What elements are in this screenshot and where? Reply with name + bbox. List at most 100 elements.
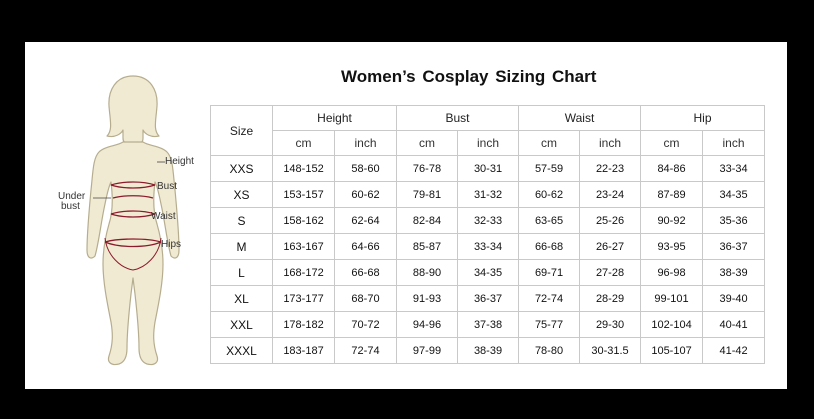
measurement-cell: 97-99 — [396, 337, 458, 364]
measurement-cell: 163-167 — [272, 233, 335, 260]
measurement-cell: 40-41 — [702, 311, 766, 338]
sizing-table: Size Height Bust Waist Hip cm inch cm in… — [210, 105, 766, 364]
measurement-cell: 85-87 — [396, 233, 458, 260]
measurement-cell: 91-93 — [396, 285, 458, 312]
measurement-cell: 36-37 — [702, 233, 766, 260]
measurement-cell: 84-86 — [640, 155, 704, 182]
measurement-cell: 66-68 — [334, 259, 397, 286]
unit-header: cm — [640, 130, 704, 156]
measurement-cell: 178-182 — [272, 311, 335, 338]
measurement-cell: 41-42 — [702, 337, 766, 364]
measurement-cell: 34-35 — [702, 181, 766, 208]
measurement-cell: 70-72 — [334, 311, 397, 338]
chart-title: Women’s Cosplay Sizing Chart — [341, 67, 597, 86]
measurement-cell: 23-24 — [579, 181, 642, 208]
measurement-cell: 88-90 — [396, 259, 458, 286]
unit-header: cm — [272, 130, 335, 156]
measurement-cell: 99-101 — [640, 285, 704, 312]
measurement-cell: 27-28 — [579, 259, 642, 286]
bust-group-header: Bust — [395, 105, 520, 131]
measurement-cell: 87-89 — [640, 181, 704, 208]
unit-header: inch — [456, 130, 520, 156]
unit-header: inch — [702, 130, 766, 156]
measurement-cell: 35-36 — [702, 207, 766, 234]
unit-header: inch — [334, 130, 397, 156]
measurement-cell: 25-26 — [579, 207, 642, 234]
measurement-cell: 93-95 — [640, 233, 704, 260]
measurement-cell: 58-60 — [334, 155, 397, 182]
waist-label: Waist — [151, 211, 176, 222]
size-cell: XXXL — [210, 337, 273, 364]
measurement-cell: 153-157 — [272, 181, 335, 208]
measurement-cell: 72-74 — [334, 337, 397, 364]
table-row: L 168-172 66-68 88-90 34-35 69-71 27-28 96-98 38… — [210, 259, 766, 286]
measurement-cell: 36-37 — [456, 285, 520, 312]
measurement-cell: 105-107 — [640, 337, 704, 364]
measurement-cell: 57-59 — [518, 155, 581, 182]
size-cell: L — [210, 259, 273, 286]
table-row: XXXL 183-187 72-74 97-99 38-39 78-80 30-31.5 10… — [210, 337, 766, 364]
table-row: XXS 148-152 58-60 76-78 30-31 57-59 22-23 84-86… — [210, 155, 766, 182]
measurement-cell: 34-35 — [456, 259, 520, 286]
measurement-cell: 75-77 — [518, 311, 581, 338]
hips-label: Hips — [161, 239, 182, 250]
group-header-row: Size Height Bust Waist Hip — [210, 105, 766, 156]
size-cell: XL — [210, 285, 273, 312]
measurement-cell: 72-74 — [518, 285, 581, 312]
measurement-cell: 66-68 — [518, 233, 581, 260]
measurement-cell: 38-39 — [456, 337, 520, 364]
measurement-cell: 90-92 — [640, 207, 704, 234]
measurement-cell: 148-152 — [272, 155, 335, 182]
hip-group-header: Hip — [640, 105, 766, 131]
measurement-cell: 22-23 — [579, 155, 642, 182]
size-cell: M — [210, 233, 273, 260]
table-row: S 158-162 62-64 82-84 32-33 63-65 25-26 90-92 35… — [210, 207, 766, 234]
table-row: XS 153-157 60-62 79-81 31-32 60-62 23-24 87-89 3… — [210, 181, 766, 208]
measurement-cell: 28-29 — [579, 285, 642, 312]
unit-header: inch — [579, 130, 642, 156]
table-row: XL 173-177 68-70 91-93 36-37 72-74 28-29 99-101… — [210, 285, 766, 312]
measurement-cell: 63-65 — [518, 207, 581, 234]
unit-header: cm — [396, 130, 458, 156]
size-cell: XXL — [210, 311, 273, 338]
measurement-cell: 64-66 — [334, 233, 397, 260]
size-rows: XXS 148-152 58-60 76-78 30-31 57-59 22-23 84-86… — [210, 155, 766, 364]
table-row: M 163-167 64-66 85-87 33-34 66-68 26-27 93-95 36… — [210, 233, 766, 260]
measurement-cell: 37-38 — [456, 311, 520, 338]
height-label: Height — [165, 156, 194, 167]
measurement-cell: 183-187 — [272, 337, 335, 364]
measurement-cell: 30-31.5 — [579, 337, 642, 364]
table-row: XXL 178-182 70-72 94-96 37-38 75-77 29-30 102-1… — [210, 311, 766, 338]
measurement-cell: 168-172 — [272, 259, 335, 286]
unit-header-row: cm inch cm inch cm inch cm inch — [211, 130, 766, 156]
measurement-cell: 62-64 — [334, 207, 397, 234]
measurement-cell: 29-30 — [579, 311, 642, 338]
body-silhouette-icon — [86, 75, 180, 366]
measurement-cell: 82-84 — [396, 207, 458, 234]
height-group-header: Height — [272, 105, 397, 131]
measurement-cell: 102-104 — [640, 311, 704, 338]
measurement-cell: 69-71 — [518, 259, 581, 286]
measurement-cell: 26-27 — [579, 233, 642, 260]
unit-header: cm — [518, 130, 581, 156]
size-column-header: Size — [210, 105, 273, 156]
waist-group-header: Waist — [518, 105, 642, 131]
size-cell: XXS — [210, 155, 273, 182]
under-bust-label-line2: bust — [61, 201, 80, 212]
measurement-cell: 60-62 — [334, 181, 397, 208]
measurement-cell: 173-177 — [272, 285, 335, 312]
measurement-cell: 94-96 — [396, 311, 458, 338]
measurement-cell: 60-62 — [518, 181, 581, 208]
measurement-cell: 68-70 — [334, 285, 397, 312]
measurement-cell: 79-81 — [396, 181, 458, 208]
measurement-cell: 33-34 — [456, 233, 520, 260]
measurement-cell: 31-32 — [456, 181, 520, 208]
measurement-cell: 39-40 — [702, 285, 766, 312]
measurement-cell: 32-33 — [456, 207, 520, 234]
measurement-cell: 158-162 — [272, 207, 335, 234]
measurement-cell: 78-80 — [518, 337, 581, 364]
measurement-cell: 33-34 — [702, 155, 766, 182]
measurement-cell: 96-98 — [640, 259, 704, 286]
measurement-cell: 38-39 — [702, 259, 766, 286]
size-cell: XS — [210, 181, 273, 208]
